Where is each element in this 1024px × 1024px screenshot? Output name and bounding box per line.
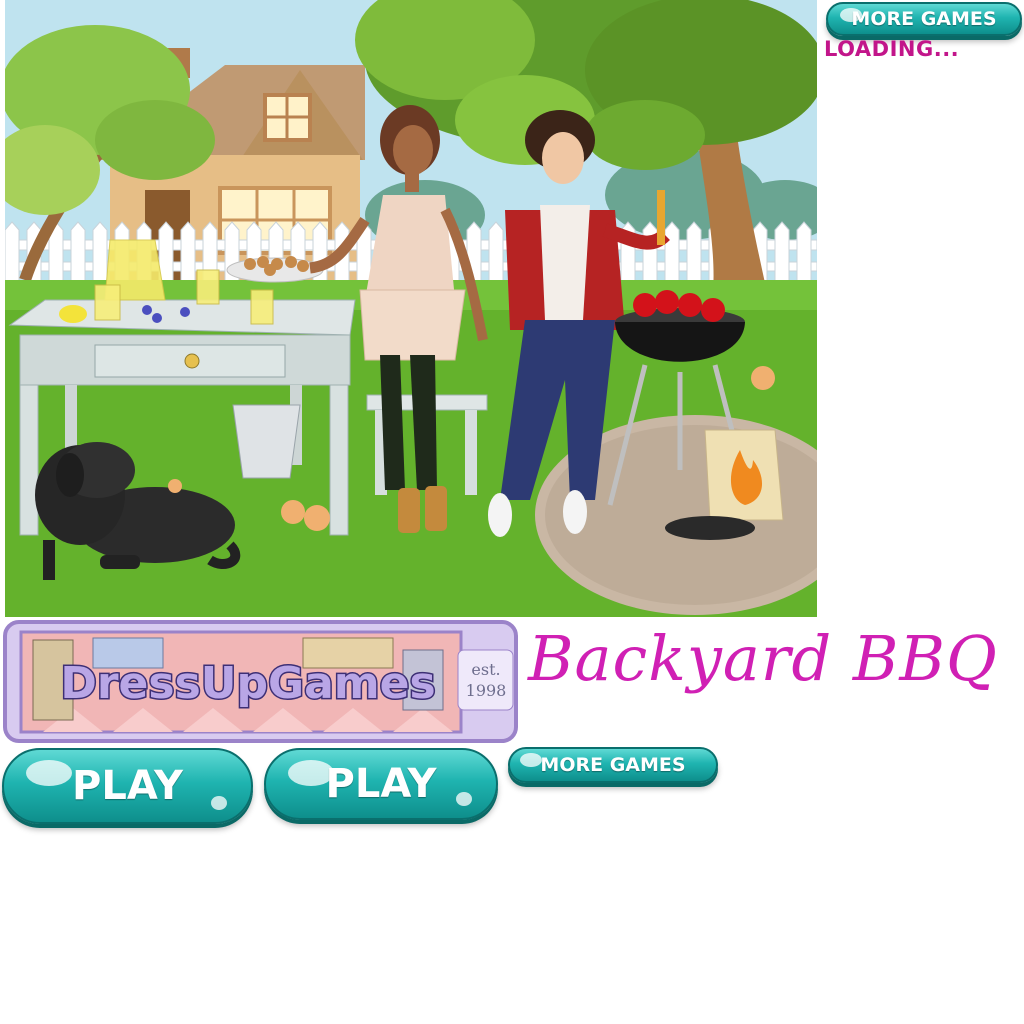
fence-picket xyxy=(92,221,108,291)
more-games-button-top[interactable]: MORE GAMES xyxy=(826,2,1022,36)
more-games-button[interactable]: MORE GAMES xyxy=(508,747,718,783)
game-scene xyxy=(5,0,817,617)
fence-picket xyxy=(796,221,812,291)
logo-brand-text: DressUpGames xyxy=(60,658,435,709)
game-title: Backyard BBQ xyxy=(528,622,998,695)
fence-picket xyxy=(488,221,504,291)
fence-picket xyxy=(5,221,20,291)
fence-picket xyxy=(664,221,680,291)
fence-picket xyxy=(686,221,702,291)
play-button-2[interactable]: PLAY xyxy=(264,748,498,820)
logo-est-text: est. xyxy=(471,660,500,679)
logo-year-text: 1998 xyxy=(466,681,507,700)
fence-picket xyxy=(224,221,240,291)
fence-picket xyxy=(642,221,658,291)
play-button-1[interactable]: PLAY xyxy=(2,748,253,824)
charcoal-pile xyxy=(665,516,755,540)
play-label-2: PLAY xyxy=(325,761,437,807)
fence-picket xyxy=(180,221,196,291)
button-gloss xyxy=(26,760,72,786)
fence-picket xyxy=(70,221,86,291)
charcoal-bag xyxy=(704,429,784,521)
button-sparkle xyxy=(211,796,227,810)
fence-picket xyxy=(774,221,790,291)
dressupgames-logo[interactable]: est. 1998 DressUpGames xyxy=(3,620,518,743)
button-gloss xyxy=(520,753,542,767)
more-games-label-top: MORE GAMES xyxy=(851,8,997,30)
loading-text: LOADING... xyxy=(824,37,960,61)
bucket xyxy=(232,404,301,479)
play-label-1: PLAY xyxy=(72,763,183,809)
fence-picket xyxy=(312,221,328,291)
button-sparkle xyxy=(456,792,472,806)
more-games-label: MORE GAMES xyxy=(540,754,686,776)
